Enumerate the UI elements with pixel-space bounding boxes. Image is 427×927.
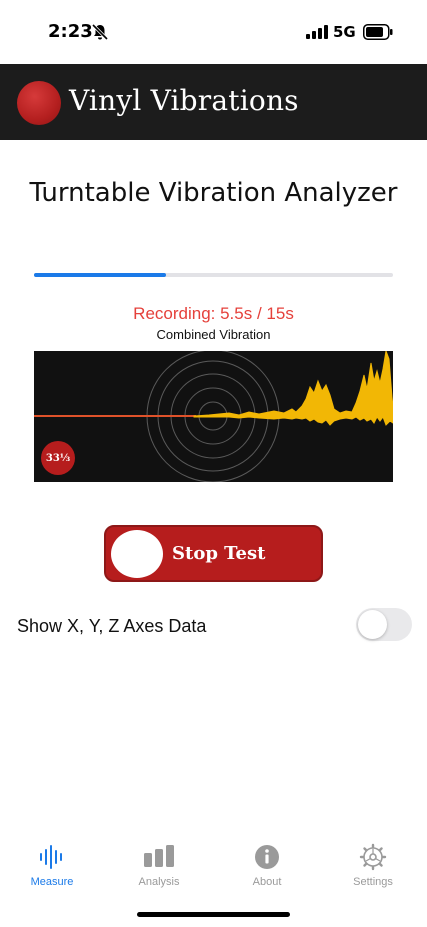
app-screen: 2:23 5G Vinyl Vibrations Turntable Vibra… — [0, 0, 427, 927]
tab-settings[interactable]: Settings — [328, 835, 418, 895]
record-logo-icon — [17, 81, 61, 125]
network-label: 5G — [333, 23, 356, 41]
axes-toggle-label: Show X, Y, Z Axes Data — [17, 616, 207, 636]
signal-bars-icon — [306, 25, 328, 39]
stop-test-button[interactable]: Stop Test — [104, 525, 323, 582]
tab-bar: Measure Analysis About Settings — [0, 835, 427, 895]
vibration-graph: 33⅓ — [34, 351, 393, 482]
tab-about[interactable]: About — [222, 835, 312, 895]
recording-progress-fill — [34, 273, 166, 277]
app-header: Vinyl Vibrations — [0, 64, 427, 140]
stop-button-knob — [111, 530, 163, 578]
tab-measure[interactable]: Measure — [7, 835, 97, 895]
waveform-icon — [40, 845, 62, 869]
page-title: Turntable Vibration Analyzer — [29, 178, 398, 208]
info-icon — [255, 845, 279, 869]
stop-test-label: Stop Test — [172, 543, 266, 564]
tab-label: Analysis — [138, 876, 180, 888]
status-bar: 2:23 5G — [0, 0, 427, 64]
axes-toggle-switch[interactable] — [356, 608, 412, 641]
graph-label: Combined Vibration — [156, 327, 271, 342]
tab-analysis[interactable]: Analysis — [114, 835, 204, 895]
tab-label: About — [252, 876, 282, 888]
toggle-knob — [358, 610, 387, 639]
home-indicator — [137, 912, 290, 917]
recording-status: Recording: 5.5s / 15s — [133, 304, 294, 323]
tab-label: Measure — [30, 876, 74, 888]
bar-chart-icon — [144, 845, 174, 867]
vibration-graph-canvas — [34, 351, 393, 482]
bell-slash-icon — [91, 23, 109, 41]
recording-progress-bar — [34, 273, 393, 277]
rpm-badge: 33⅓ — [41, 441, 75, 475]
app-title: Vinyl Vibrations — [69, 84, 299, 117]
status-time: 2:23 — [48, 21, 93, 42]
gear-icon — [359, 843, 387, 871]
tab-label: Settings — [353, 876, 393, 888]
battery-icon — [363, 24, 393, 40]
